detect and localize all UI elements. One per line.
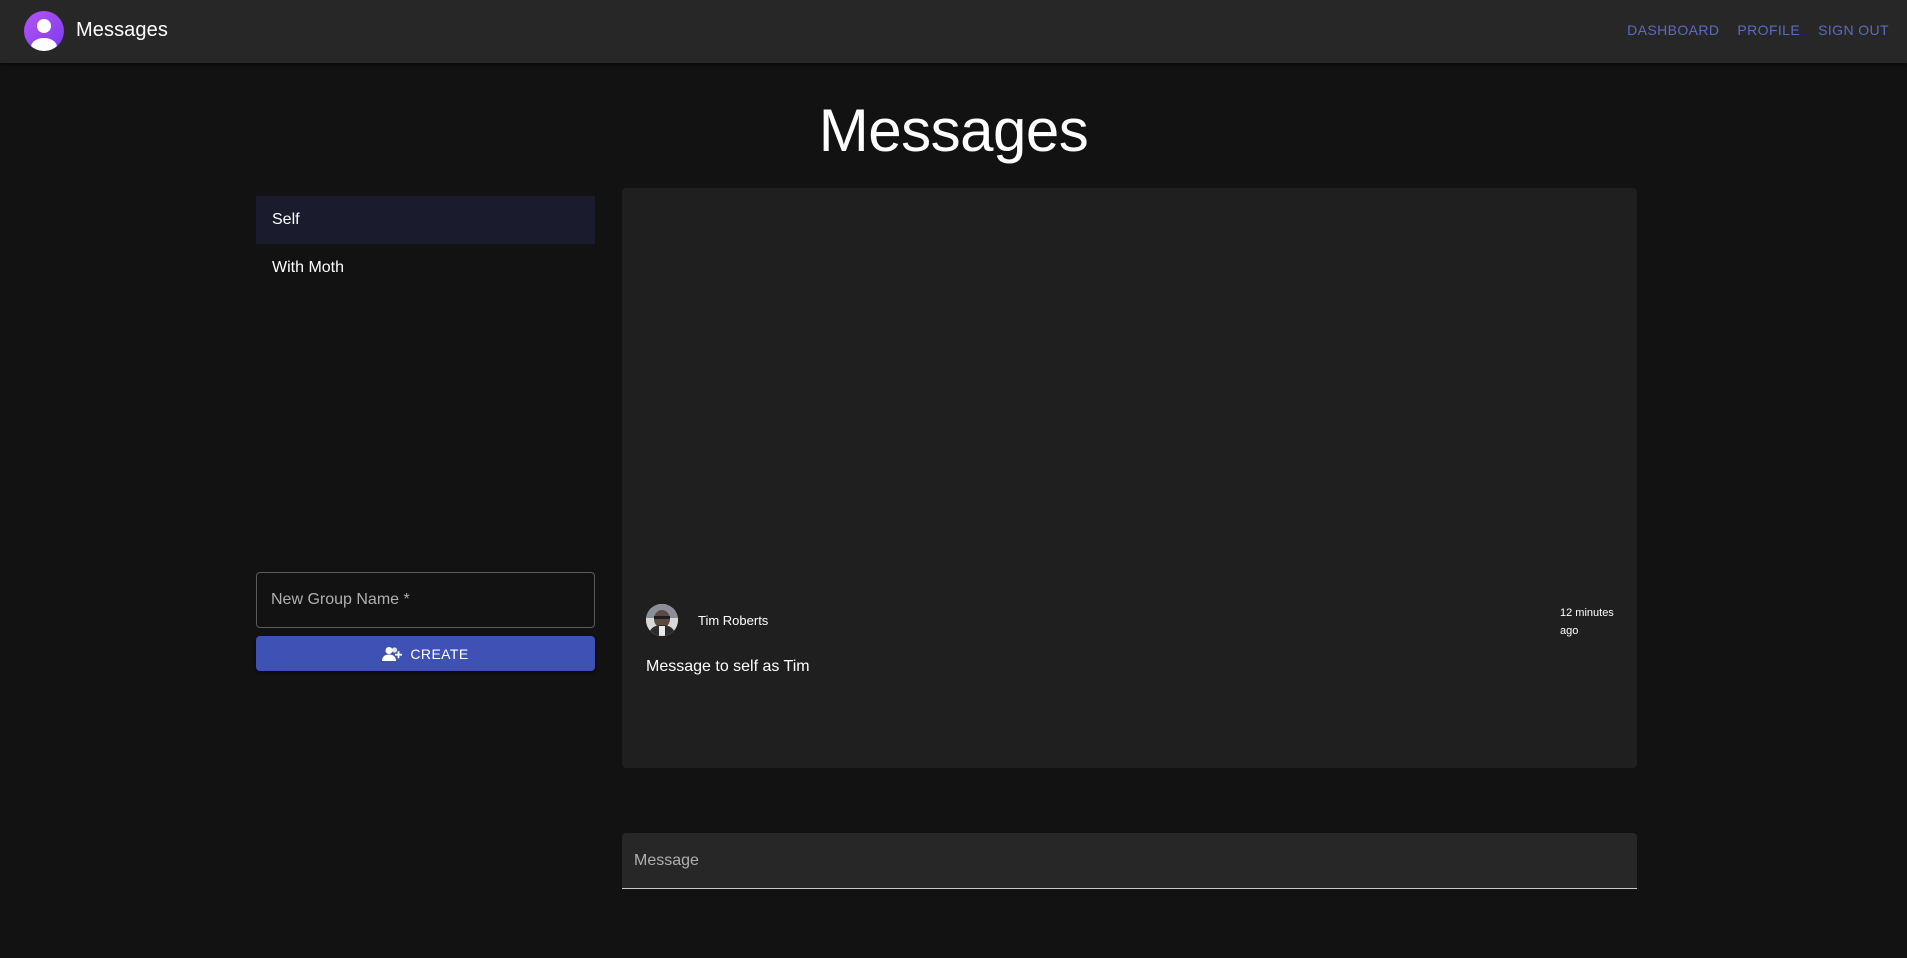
group-item-label: With Moth [272, 259, 345, 276]
message-text: Message to self as Tim [646, 658, 810, 675]
message-author: Tim Roberts [698, 613, 769, 628]
new-group-name-input[interactable] [257, 573, 594, 627]
group-add-icon [382, 646, 403, 662]
page-title: Messages [818, 97, 1089, 164]
top-nav: DASHBOARD PROFILE SIGN OUT [1627, 22, 1889, 38]
account-circle-icon [24, 11, 64, 51]
app-bar: Messages DASHBOARD PROFILE SIGN OUT [0, 0, 1907, 63]
nav-profile-link[interactable]: PROFILE [1737, 22, 1800, 38]
message-compose-field [622, 833, 1637, 889]
app-title: Messages [76, 19, 168, 41]
group-item-label: Self [272, 211, 300, 228]
user-avatar [646, 604, 678, 636]
group-list: Self With Moth [256, 196, 595, 292]
message-timestamp: 12 minutes ago [1560, 607, 1614, 637]
create-button-label: CREATE [410, 645, 469, 662]
new-group-name-field [256, 572, 595, 628]
message-input[interactable] [622, 833, 1637, 888]
nav-dashboard-link[interactable]: DASHBOARD [1627, 22, 1719, 38]
create-group-button[interactable]: CREATE [256, 636, 595, 671]
group-item-self[interactable]: Self [256, 196, 595, 244]
group-item-with-moth[interactable]: With Moth [256, 244, 595, 292]
nav-sign-out-link[interactable]: SIGN OUT [1818, 22, 1889, 38]
message-panel[interactable]: Tim Roberts 12 minutes ago Message to se… [622, 188, 1637, 768]
